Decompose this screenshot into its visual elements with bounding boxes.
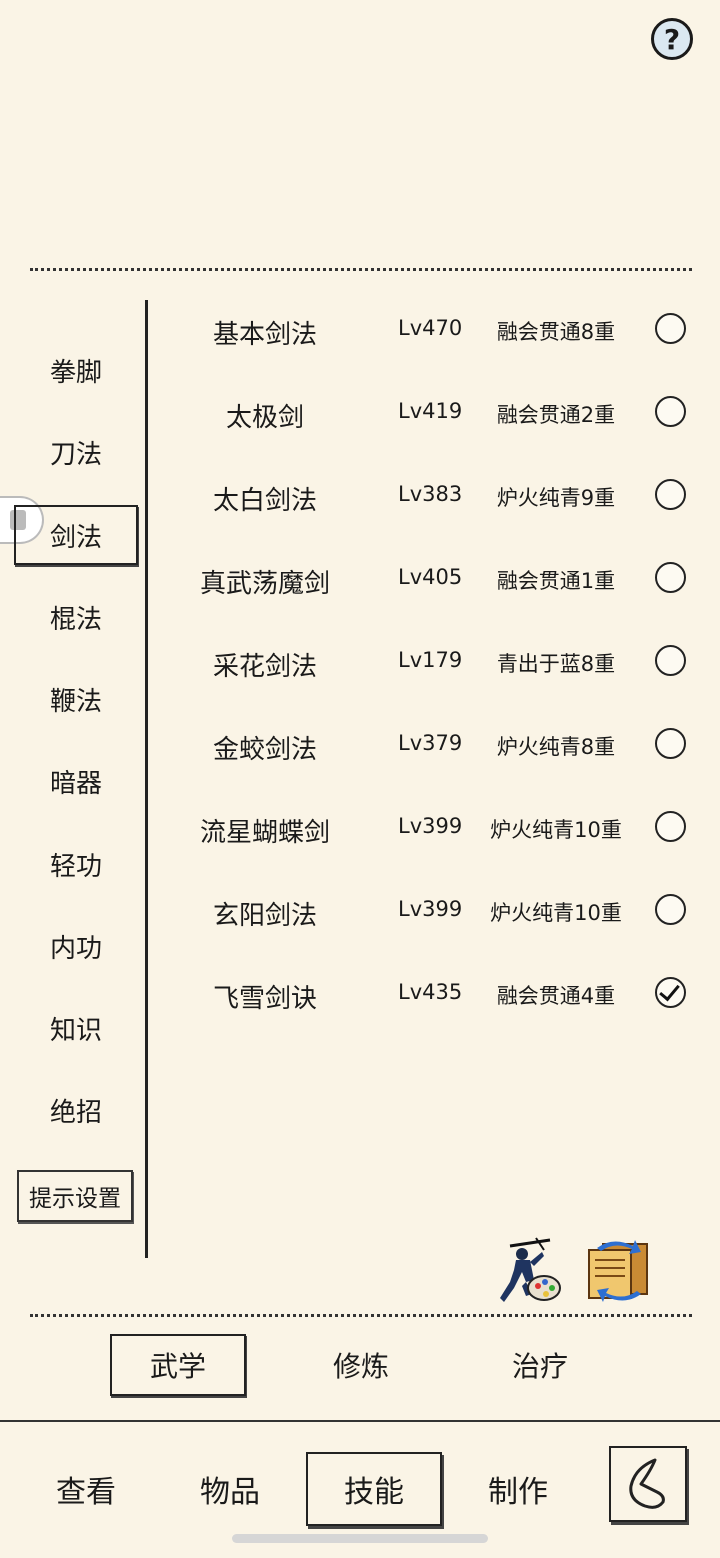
skill-name: 飞雪剑诀 xyxy=(212,984,317,1014)
skill-row[interactable]: 玄阳剑法 Lv399 炉火纯青10重 xyxy=(150,881,710,941)
subtab-zhiliao[interactable]: 治疗 xyxy=(472,1334,608,1396)
skill-stage: 炉火纯青10重 xyxy=(490,818,622,842)
skill-select-radio[interactable] xyxy=(655,313,686,344)
skill-select-radio[interactable] xyxy=(655,811,686,842)
help-icon: ? xyxy=(663,22,681,56)
skill-row[interactable]: 流星蝴蝶剑 Lv399 炉火纯青10重 xyxy=(150,798,710,858)
skill-name: 流星蝴蝶剑 xyxy=(199,818,330,848)
nav-craft[interactable]: 制作 xyxy=(450,1452,586,1526)
category-bianfa[interactable]: 鞭法 xyxy=(14,669,138,729)
skill-row[interactable]: 基本剑法 Lv470 融会贯通8重 xyxy=(150,300,710,360)
skill-select-radio[interactable] xyxy=(655,396,686,427)
skill-level: Lv470 xyxy=(398,316,463,340)
nav-items[interactable]: 物品 xyxy=(162,1452,298,1526)
skill-stage: 融会贯通1重 xyxy=(496,569,616,593)
skill-level: Lv179 xyxy=(398,648,463,672)
category-anqi[interactable]: 暗器 xyxy=(14,751,138,811)
back-button[interactable] xyxy=(609,1446,687,1522)
bottom-divider xyxy=(30,1314,692,1317)
skill-select-radio[interactable] xyxy=(655,479,686,510)
nav-skills[interactable]: 技能 xyxy=(306,1452,442,1526)
skill-select-radio[interactable] xyxy=(655,894,686,925)
skill-name: 太白剑法 xyxy=(212,486,317,516)
skill-level: Lv419 xyxy=(398,399,463,423)
swordsman-palette-icon[interactable] xyxy=(496,1236,562,1306)
home-indicator[interactable] xyxy=(232,1534,488,1543)
skill-name: 玄阳剑法 xyxy=(212,901,317,931)
nav-view[interactable]: 查看 xyxy=(18,1452,154,1526)
skill-name: 采花剑法 xyxy=(212,652,317,682)
top-divider xyxy=(30,268,692,271)
subtab-wuxue[interactable]: 武学 xyxy=(110,1334,246,1396)
skill-name: 金蛟剑法 xyxy=(212,735,317,765)
category-qinggong[interactable]: 轻功 xyxy=(14,834,138,894)
category-daofa[interactable]: 刀法 xyxy=(14,422,138,482)
skill-row[interactable]: 真武荡魔剑 Lv405 融会贯通1重 xyxy=(150,549,710,609)
skill-level: Lv399 xyxy=(398,814,463,838)
category-quanjiao[interactable]: 拳脚 xyxy=(14,340,138,400)
skill-stage: 炉火纯青9重 xyxy=(496,486,616,510)
skill-row[interactable]: 采花剑法 Lv179 青出于蓝8重 xyxy=(150,632,710,692)
subtab-xiulian[interactable]: 修炼 xyxy=(293,1334,429,1396)
hint-settings-button[interactable]: 提示设置 xyxy=(17,1170,133,1222)
back-icon xyxy=(629,1458,665,1509)
category-neigong[interactable]: 内功 xyxy=(14,916,138,976)
skill-level: Lv383 xyxy=(398,482,463,506)
skill-select-radio[interactable] xyxy=(655,728,686,759)
skill-level: Lv435 xyxy=(398,980,463,1004)
category-juezhao[interactable]: 绝招 xyxy=(14,1080,138,1140)
skill-name: 基本剑法 xyxy=(212,320,317,350)
skill-select-radio[interactable] xyxy=(655,645,686,676)
book-swap-icon[interactable] xyxy=(583,1238,655,1304)
skill-level: Lv405 xyxy=(398,565,463,589)
skill-row[interactable]: 金蛟剑法 Lv379 炉火纯青8重 xyxy=(150,715,710,775)
skill-name: 太极剑 xyxy=(225,403,304,433)
category-jianfa[interactable]: 剑法 xyxy=(14,505,138,565)
skill-level: Lv399 xyxy=(398,897,463,921)
category-gunfa[interactable]: 棍法 xyxy=(14,587,138,647)
skill-name: 真武荡魔剑 xyxy=(199,569,330,599)
skill-select-radio[interactable] xyxy=(655,977,686,1008)
skill-stage: 炉火纯青10重 xyxy=(490,901,622,925)
skill-level: Lv379 xyxy=(398,731,463,755)
skill-row[interactable]: 飞雪剑诀 Lv435 融会贯通4重 xyxy=(150,964,710,1024)
nav-separator xyxy=(0,1420,720,1422)
skill-stage: 青出于蓝8重 xyxy=(496,652,616,676)
skill-stage: 融会贯通4重 xyxy=(496,984,616,1008)
skill-stage: 融会贯通8重 xyxy=(496,320,616,344)
skill-stage: 融会贯通2重 xyxy=(496,403,616,427)
column-divider xyxy=(145,300,148,1258)
skill-row[interactable]: 太白剑法 Lv383 炉火纯青9重 xyxy=(150,466,710,526)
category-zhishi[interactable]: 知识 xyxy=(14,998,138,1058)
skill-select-radio[interactable] xyxy=(655,562,686,593)
skill-stage: 炉火纯青8重 xyxy=(496,735,616,759)
skill-row[interactable]: 太极剑 Lv419 融会贯通2重 xyxy=(150,383,710,443)
help-button[interactable]: ? xyxy=(651,18,693,60)
